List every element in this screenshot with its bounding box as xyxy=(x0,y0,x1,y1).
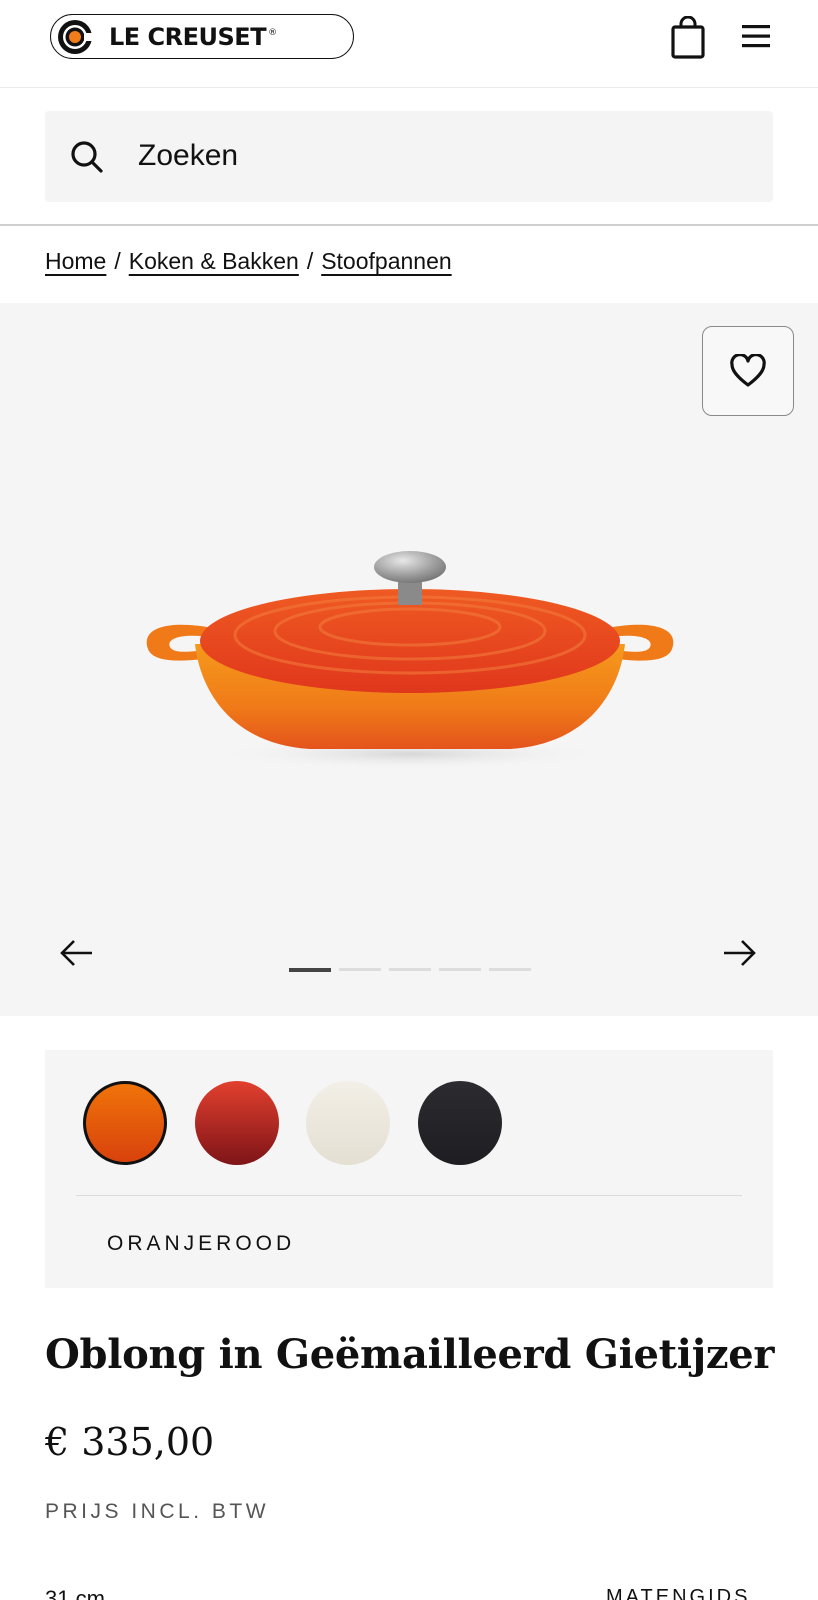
product-price: € 335,00 xyxy=(45,1420,215,1464)
price-note: PRIJS INCL. BTW xyxy=(45,1500,270,1523)
breadcrumb-koken-bakken-link[interactable]: Koken & Bakken xyxy=(129,248,299,275)
product-image-gallery[interactable] xyxy=(0,303,818,1016)
slide-indicator[interactable] xyxy=(389,968,431,971)
hamburger-menu-icon[interactable] xyxy=(740,20,772,52)
brand-logo[interactable]: LE CREUSET ® xyxy=(50,14,354,59)
product-title: Oblong in Geëmailleerd Gietijzer xyxy=(45,1331,775,1378)
color-swatch-meringue[interactable] xyxy=(306,1081,390,1165)
color-selector: ORANJEROOD xyxy=(45,1050,773,1288)
wishlist-button[interactable] xyxy=(702,326,794,416)
slide-indicators xyxy=(289,968,531,972)
size-guide-link[interactable]: MATENGIDS xyxy=(606,1586,750,1600)
color-swatch-zwart[interactable] xyxy=(418,1081,502,1165)
slide-indicator[interactable] xyxy=(339,968,381,971)
color-swatch-oranjerood[interactable] xyxy=(83,1081,167,1165)
previous-image-button[interactable] xyxy=(58,938,94,968)
search-icon[interactable] xyxy=(70,140,104,174)
next-image-button[interactable] xyxy=(722,938,758,968)
breadcrumb-separator: / xyxy=(306,248,314,274)
slide-indicator[interactable] xyxy=(439,968,481,971)
brand-name: LE CREUSET ® xyxy=(109,22,277,51)
size-label: 31 cm xyxy=(45,1586,105,1600)
logo-mark-icon xyxy=(58,19,93,54)
header-divider xyxy=(0,224,818,226)
color-swatch-rood[interactable] xyxy=(195,1081,279,1165)
shopping-bag-icon[interactable] xyxy=(670,16,706,60)
heart-icon xyxy=(730,354,766,387)
selected-color-label: ORANJEROOD xyxy=(107,1232,296,1255)
breadcrumb-home-link[interactable]: Home xyxy=(45,248,106,275)
slide-indicator[interactable] xyxy=(289,968,331,972)
site-header: LE CREUSET ® xyxy=(0,0,818,88)
search-input[interactable] xyxy=(138,128,698,184)
product-image xyxy=(146,551,674,770)
breadcrumb-stoofpannen-link[interactable]: Stoofpannen xyxy=(321,248,451,275)
slide-indicator[interactable] xyxy=(489,968,531,971)
divider xyxy=(76,1195,742,1196)
breadcrumb: Home / Koken & Bakken / Stoofpannen xyxy=(45,248,452,275)
breadcrumb-separator: / xyxy=(114,248,121,274)
